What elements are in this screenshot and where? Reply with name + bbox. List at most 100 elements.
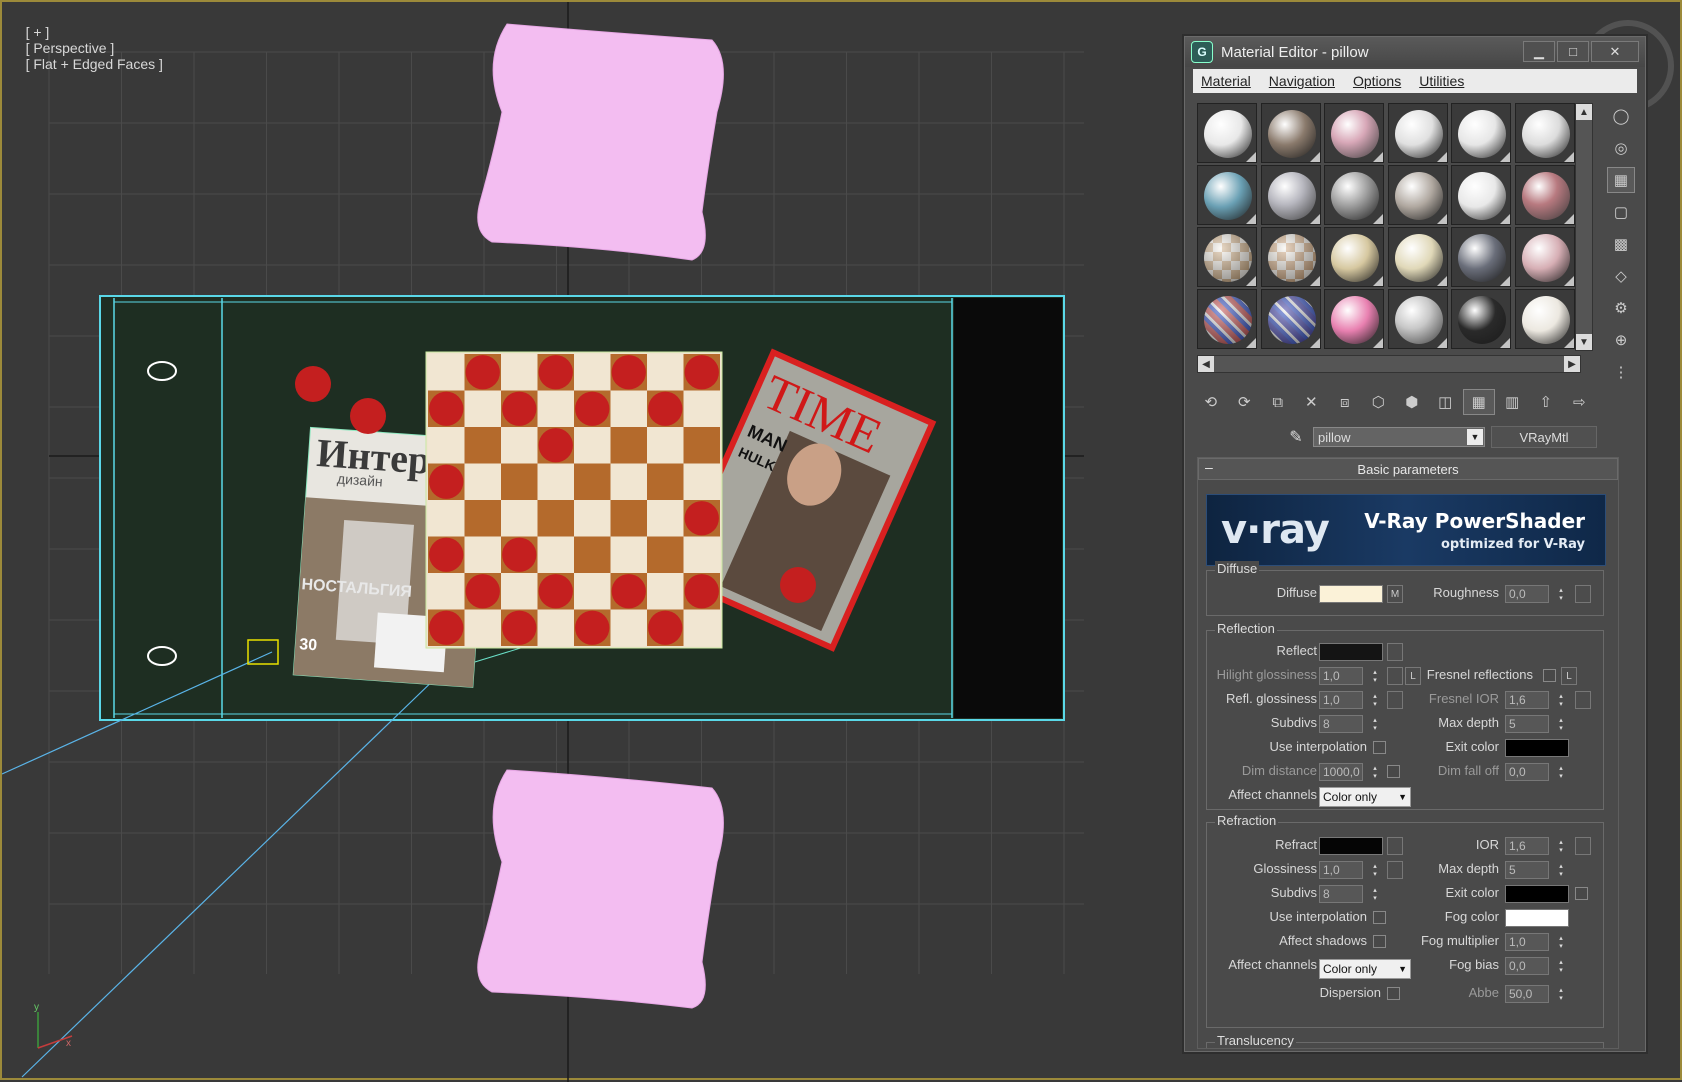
refl-affect-channels-dropdown[interactable]: Color only (1319, 787, 1411, 807)
fresnel-lock-button[interactable]: L (1561, 667, 1577, 685)
collapse-icon[interactable]: – (1205, 459, 1213, 475)
video-check-icon[interactable]: ▩ (1607, 231, 1635, 257)
refr-max-depth-spinner[interactable]: 5 (1505, 861, 1564, 879)
fresnel-ior-map-button[interactable] (1575, 691, 1591, 709)
hilight-lock-button[interactable]: L (1405, 667, 1421, 685)
select-by-material-icon[interactable]: ⊕ (1607, 327, 1635, 353)
material-slot[interactable] (1197, 165, 1257, 225)
diffuse-color-swatch[interactable] (1319, 585, 1383, 603)
dim-distance-checkbox[interactable] (1387, 765, 1400, 778)
material-slot[interactable] (1514, 103, 1575, 163)
affect-shadows-checkbox[interactable] (1373, 935, 1386, 948)
dim-falloff-spinner[interactable]: 0,0 (1505, 763, 1564, 781)
refract-color-swatch[interactable] (1319, 837, 1383, 855)
material-slot[interactable] (1324, 165, 1384, 225)
hilight-glossiness-spinner[interactable]: 1,0 (1319, 667, 1378, 685)
background-icon[interactable]: ▦ (1607, 167, 1635, 193)
material-slot[interactable] (1514, 165, 1575, 225)
material-slot[interactable] (1514, 227, 1575, 287)
refl-max-depth-spinner[interactable]: 5 (1505, 715, 1564, 733)
scroll-down-icon[interactable]: ▼ (1576, 334, 1592, 350)
refl-glossiness-spinner[interactable]: 1,0 (1319, 691, 1378, 709)
fresnel-reflections-checkbox[interactable] (1543, 669, 1556, 682)
viewport-label[interactable]: [ + ] [ Perspective ] [ Flat + Edged Fac… (10, 8, 165, 88)
minimize-button[interactable]: ▁ (1523, 41, 1555, 62)
refl-use-interpolation-checkbox[interactable] (1373, 741, 1386, 754)
diffuse-map-button[interactable]: M (1387, 585, 1403, 603)
backlight-icon[interactable]: ◎ (1607, 135, 1635, 161)
refl-subdivs-spinner[interactable]: 8 (1319, 715, 1378, 733)
material-slot[interactable] (1387, 103, 1448, 163)
reflect-color-swatch[interactable] (1319, 643, 1383, 661)
material-slot[interactable] (1451, 227, 1511, 287)
dim-distance-spinner[interactable]: 1000,0 (1319, 763, 1378, 781)
material-slot[interactable] (1324, 227, 1384, 287)
material-slot[interactable] (1451, 103, 1511, 163)
preview-icon[interactable]: ◇ (1607, 263, 1635, 289)
material-slot[interactable] (1197, 289, 1257, 349)
get-material-icon[interactable]: ⟲ (1195, 389, 1227, 415)
viewport-menu-plus[interactable]: [ + ] (26, 24, 50, 40)
material-id-icon[interactable]: ◫ (1430, 389, 1462, 415)
slots-vertical-scrollbar[interactable]: ▲ ▼ (1575, 103, 1593, 351)
close-button[interactable]: ✕ (1591, 41, 1639, 62)
copy-material-icon[interactable]: ⧈ (1329, 389, 1361, 415)
menu-material[interactable]: Material (1201, 73, 1251, 89)
sample-type-icon[interactable]: ◯ (1607, 103, 1635, 129)
menu-options[interactable]: Options (1353, 73, 1401, 89)
ior-spinner[interactable]: 1,6 (1505, 837, 1564, 855)
material-slot[interactable] (1451, 165, 1511, 225)
abbe-spinner[interactable]: 50,0 (1505, 985, 1564, 1003)
show-map-icon[interactable]: ▦ (1463, 389, 1495, 415)
slots-horizontal-scrollbar[interactable]: ◀ ▶ (1197, 355, 1581, 373)
fresnel-ior-spinner[interactable]: 1,6 (1505, 691, 1564, 709)
material-slot[interactable] (1324, 103, 1384, 163)
roughness-map-button[interactable] (1575, 585, 1591, 603)
refr-affect-channels-dropdown[interactable]: Color only (1319, 959, 1411, 979)
menu-utilities[interactable]: Utilities (1419, 73, 1464, 89)
material-slot[interactable] (1260, 165, 1321, 225)
reflect-map-button[interactable] (1387, 643, 1403, 661)
put-to-scene-icon[interactable]: ⟳ (1229, 389, 1261, 415)
material-slot[interactable] (1324, 289, 1384, 349)
refr-exit-color-checkbox[interactable] (1575, 887, 1588, 900)
roughness-spinner[interactable]: 0,0 (1505, 585, 1564, 603)
fog-multiplier-spinner[interactable]: 1,0 (1505, 933, 1564, 951)
go-forward-icon[interactable]: ⇨ (1564, 389, 1596, 415)
material-type-button[interactable]: VRayMtl (1491, 426, 1597, 448)
scroll-up-icon[interactable]: ▲ (1576, 104, 1592, 120)
eyedropper-icon[interactable]: ✎ (1285, 426, 1307, 448)
material-slot[interactable] (1260, 227, 1321, 287)
show-end-result-icon[interactable]: ▥ (1497, 389, 1529, 415)
material-slot[interactable] (1387, 227, 1448, 287)
fog-color-swatch[interactable] (1505, 909, 1569, 927)
rollout-header[interactable]: – Basic parameters (1198, 458, 1618, 480)
material-slot[interactable] (1197, 227, 1257, 287)
viewport-shading-label[interactable]: [ Flat + Edged Faces ] (26, 56, 163, 72)
material-navigator-icon[interactable]: ⋮ (1607, 359, 1635, 385)
menu-navigation[interactable]: Navigation (1269, 73, 1335, 89)
dispersion-checkbox[interactable] (1387, 987, 1400, 1000)
material-slot[interactable] (1260, 103, 1321, 163)
refr-use-interpolation-checkbox[interactable] (1373, 911, 1386, 924)
viewport-pov-label[interactable]: [ Perspective ] (26, 40, 115, 56)
refr-subdivs-spinner[interactable]: 8 (1319, 885, 1378, 903)
maximize-button[interactable]: □ (1557, 41, 1589, 62)
refl-gloss-map-button[interactable] (1387, 691, 1403, 709)
material-slot[interactable] (1514, 289, 1575, 349)
glossiness-spinner[interactable]: 1,0 (1319, 861, 1378, 879)
go-to-parent-icon[interactable]: ⇧ (1530, 389, 1562, 415)
make-unique-icon[interactable]: ⬡ (1363, 389, 1395, 415)
scroll-left-icon[interactable]: ◀ (1198, 356, 1214, 372)
chevron-down-icon[interactable]: ▼ (1467, 429, 1483, 445)
material-slot[interactable] (1451, 289, 1511, 349)
material-slot[interactable] (1387, 165, 1448, 225)
refl-exit-color-swatch[interactable] (1505, 739, 1569, 757)
material-name-field[interactable]: pillow ▼ (1313, 427, 1485, 447)
fog-bias-spinner[interactable]: 0,0 (1505, 957, 1564, 975)
reset-map-icon[interactable]: ✕ (1296, 389, 1328, 415)
refract-map-button[interactable] (1387, 837, 1403, 855)
uv-tiling-icon[interactable]: ▢ (1607, 199, 1635, 225)
material-editor-titlebar[interactable]: G Material Editor - pillow ▁ □ ✕ (1185, 37, 1645, 67)
refr-exit-color-swatch[interactable] (1505, 885, 1569, 903)
